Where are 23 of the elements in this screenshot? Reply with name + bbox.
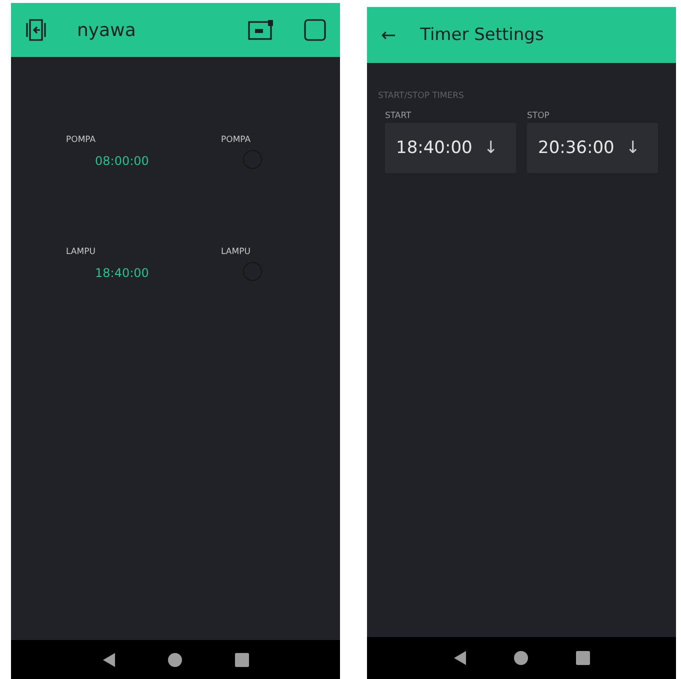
recents-nav-icon[interactable] (576, 651, 590, 665)
field-label: START (385, 111, 412, 121)
timer-value[interactable]: 08:00:00 (66, 154, 149, 168)
timer-label: LAMPU (66, 247, 96, 257)
timer-value[interactable]: 18:40:00 (66, 266, 149, 280)
timer-label: POMPA (66, 135, 97, 145)
back-nav-icon[interactable] (102, 652, 116, 668)
exit-icon[interactable] (25, 18, 47, 42)
back-button[interactable]: ← (381, 24, 396, 46)
project-title: nyawa (77, 20, 137, 40)
device-icon[interactable] (248, 19, 274, 41)
time-field[interactable]: 18:40:00 ↓ (385, 123, 516, 173)
home-nav-icon[interactable] (514, 651, 528, 665)
square-icon[interactable] (304, 19, 326, 41)
section-header: START/STOP TIMERS (378, 91, 464, 101)
back-nav-icon[interactable] (452, 650, 467, 666)
time-field[interactable]: 20:36:00 ↓ (527, 123, 658, 173)
recents-nav-icon[interactable] (234, 652, 249, 666)
home-nav-icon[interactable] (168, 652, 182, 666)
field-label: STOP (527, 111, 550, 121)
led-label: LAMPU (221, 247, 252, 257)
screen-title: Timer Settings (420, 25, 544, 45)
led-label: POMPA (221, 135, 252, 145)
